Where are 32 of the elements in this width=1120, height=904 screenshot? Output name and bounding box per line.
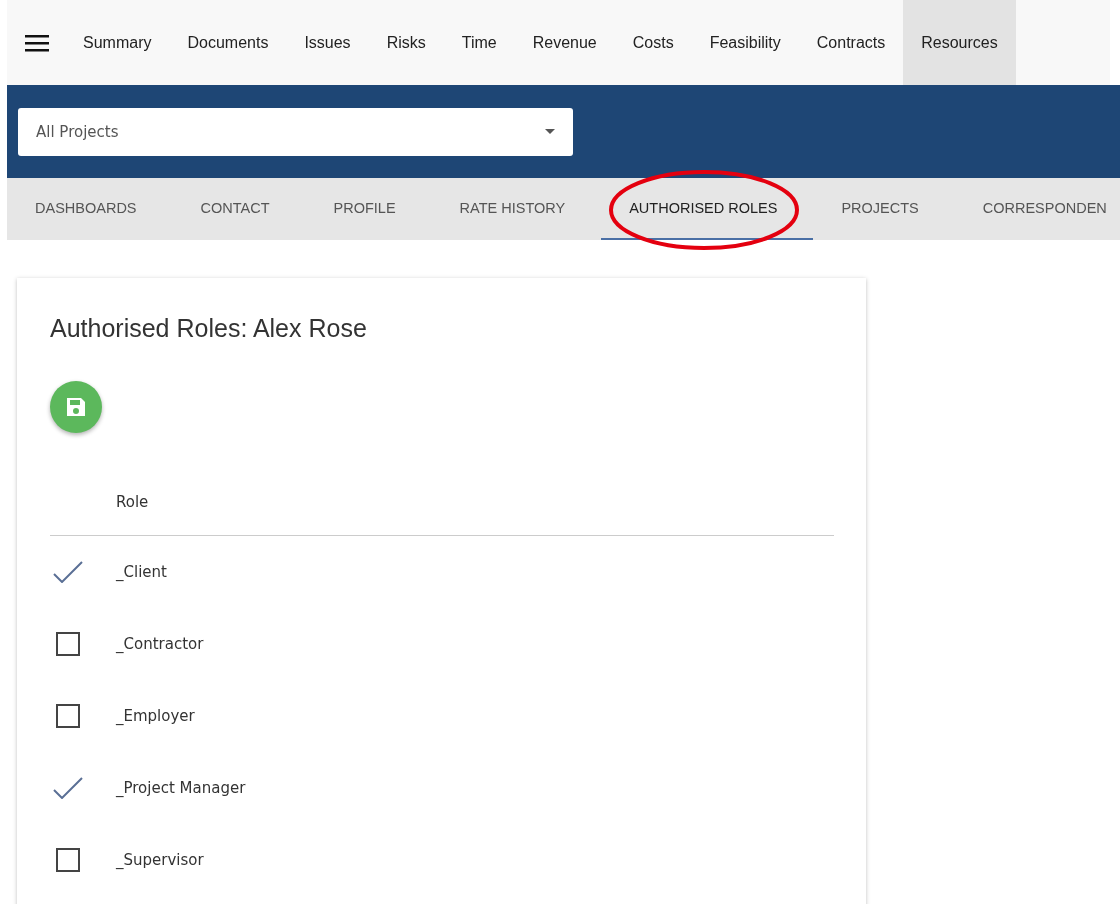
nav-item[interactable]: Resources [903, 0, 1016, 85]
nav-item[interactable]: Issues [286, 0, 369, 85]
card-title: Authorised Roles: Alex Rose [50, 314, 368, 343]
tab[interactable]: AUTHORISED ROLES [601, 178, 814, 240]
tab[interactable]: CONTACT [172, 178, 306, 240]
table-cell: _Project Manager [116, 779, 246, 797]
nav-item[interactable]: Time [443, 0, 515, 85]
nav-item[interactable]: Contracts [798, 0, 904, 85]
tab[interactable]: PROFILE [305, 178, 432, 240]
tab[interactable]: DASHBOARDS [7, 178, 173, 240]
nav-item[interactable]: Feasibility [691, 0, 799, 85]
table-cell: _Supervisor [116, 851, 204, 869]
checkbox[interactable] [56, 704, 80, 728]
nav-item[interactable]: Risks [368, 0, 444, 85]
tab[interactable]: RATE HISTORY [431, 178, 602, 240]
menu-icon[interactable] [25, 33, 49, 52]
project-dropdown[interactable]: All Projects [18, 107, 573, 156]
checkmark-icon[interactable] [53, 777, 83, 799]
table-cell: _Client [116, 563, 167, 581]
nav-item[interactable]: Costs [614, 0, 692, 85]
table-cell: _Contractor [116, 635, 204, 653]
table-cell: _Employer [116, 707, 195, 725]
tab[interactable]: PROJECTS [813, 178, 955, 240]
nav-item[interactable]: Revenue [514, 0, 615, 85]
caret-icon [545, 129, 555, 134]
checkmark-icon[interactable] [53, 561, 83, 583]
checkbox[interactable] [56, 848, 80, 872]
checkbox[interactable] [56, 632, 80, 656]
tab[interactable]: CORRESPONDEN [954, 178, 1120, 240]
nav-item[interactable]: Summary [65, 0, 170, 85]
nav-item[interactable]: Documents [169, 0, 287, 85]
column-header: Role [116, 493, 149, 511]
